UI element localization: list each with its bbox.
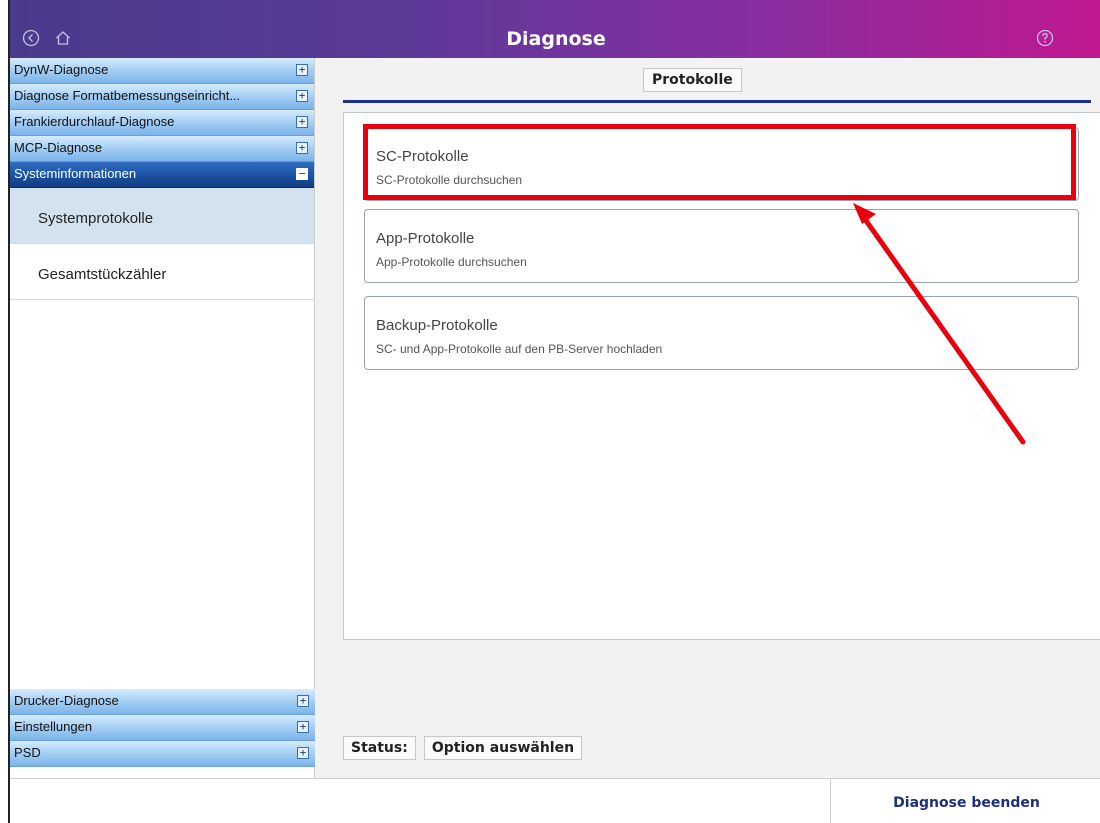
section-psd[interactable]: PSD + [10, 741, 315, 767]
expand-icon[interactable]: + [296, 116, 308, 128]
section-frankierdurchlauf[interactable]: Frankierdurchlauf-Diagnose + [10, 110, 314, 136]
collapse-icon[interactable]: − [296, 168, 308, 180]
card-subtitle: SC- und App-Protokolle auf den PB-Server… [376, 342, 663, 356]
sidebar-item-systemprotokolle[interactable]: Systemprotokolle [10, 188, 314, 244]
expand-icon[interactable]: + [297, 721, 309, 733]
status-bar: Status: Option auswählen [343, 736, 583, 760]
page-title: Diagnose [506, 28, 606, 50]
card-subtitle: SC-Protokolle durchsuchen [376, 173, 523, 187]
card-title: Backup-Protokolle [376, 317, 498, 334]
section-label: PSD [14, 745, 41, 760]
card-app-protokolle[interactable]: App-Protokolle App-Protokolle durchsuche… [364, 209, 1079, 283]
status-label: Status: [343, 736, 416, 760]
main-content: Protokolle SC-Protokolle SC-Protokolle d… [315, 58, 1100, 778]
section-label: DynW-Diagnose [14, 62, 109, 77]
card-title: SC-Protokolle [376, 148, 469, 165]
section-label: Diagnose Formatbemessungseinricht... [14, 88, 241, 103]
card-sc-protokolle[interactable]: SC-Protokolle SC-Protokolle durchsuchen [364, 127, 1079, 201]
section-label: Systeminformationen [14, 166, 137, 181]
help-circle-icon[interactable] [1036, 29, 1054, 47]
sidebar: DynW-Diagnose + Diagnose Formatbemessung… [10, 58, 315, 778]
section-drucker-diagnose[interactable]: Drucker-Diagnose + [10, 689, 315, 715]
footer: Diagnose beenden [10, 778, 1100, 823]
section-systeminformationen[interactable]: Systeminformationen − [10, 162, 314, 188]
expand-icon[interactable]: + [296, 142, 308, 154]
section-label: MCP-Diagnose [14, 140, 103, 155]
section-einstellungen[interactable]: Einstellungen + [10, 715, 315, 741]
expand-icon[interactable]: + [297, 747, 309, 759]
tab-underline [343, 100, 1091, 103]
section-mcp-diagnose[interactable]: MCP-Diagnose + [10, 136, 314, 162]
card-subtitle: App-Protokolle durchsuchen [376, 255, 527, 269]
sidebar-bottom-sections: Drucker-Diagnose + Einstellungen + PSD + [10, 689, 315, 767]
app-window: Diagnose DynW-Diagnose + Diagnose Format… [8, 0, 1100, 823]
end-diagnose-button[interactable]: Diagnose beenden [830, 779, 1100, 823]
expand-icon[interactable]: + [297, 695, 309, 707]
section-formatbemessung[interactable]: Diagnose Formatbemessungseinricht... + [10, 84, 314, 110]
card-title: App-Protokolle [376, 230, 475, 247]
expand-icon[interactable]: + [296, 90, 308, 102]
card-backup-protokolle[interactable]: Backup-Protokolle SC- und App-Protokolle… [364, 296, 1079, 370]
expand-icon[interactable]: + [296, 64, 308, 76]
section-label: Frankierdurchlauf-Diagnose [14, 114, 175, 129]
section-dynw-diagnose[interactable]: DynW-Diagnose + [10, 58, 314, 84]
section-label: Drucker-Diagnose [14, 693, 119, 708]
header-bar: Diagnose [10, 0, 1100, 58]
status-value: Option auswählen [423, 736, 583, 760]
protocol-panel: SC-Protokolle SC-Protokolle durchsuchen … [343, 112, 1100, 640]
tab-protokolle[interactable]: Protokolle [643, 68, 742, 92]
sidebar-item-gesamtstueckzaehler[interactable]: Gesamtstückzähler [10, 244, 314, 300]
section-label: Einstellungen [14, 719, 93, 734]
